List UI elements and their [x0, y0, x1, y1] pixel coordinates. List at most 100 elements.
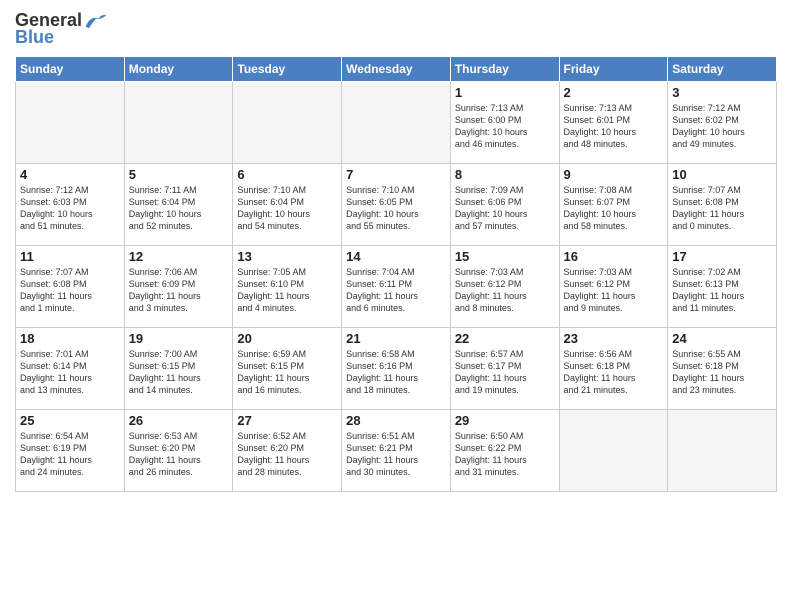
- calendar-cell: 7Sunrise: 7:10 AMSunset: 6:05 PMDaylight…: [342, 164, 451, 246]
- cell-info: Sunrise: 7:12 AMSunset: 6:03 PMDaylight:…: [20, 184, 120, 233]
- weekday-header-monday: Monday: [124, 57, 233, 82]
- calendar-cell: 23 Sunrise: 6:56 AMSunset: 6:18 PMDayligh…: [559, 328, 668, 410]
- cell-info: Sunrise: 7:02 AMSunset: 6:13 PMDaylight:…: [672, 266, 772, 315]
- day-number: 21: [346, 331, 446, 346]
- cell-info: Sunrise: 6:56 AMSunset: 6:18 PMDaylight:…: [564, 348, 664, 397]
- cell-info: Sunrise: 7:05 AMSunset: 6:10 PMDaylight:…: [237, 266, 337, 315]
- day-number: 11: [20, 249, 120, 264]
- calendar-cell: 19 Sunrise: 7:00 AMSunset: 6:15 PMDayligh…: [124, 328, 233, 410]
- calendar-cell: 28 Sunrise: 6:51 AMSunset: 6:21 PMDayligh…: [342, 410, 451, 492]
- cell-info: Sunrise: 7:01 AMSunset: 6:14 PMDaylight:…: [20, 348, 120, 397]
- weekday-header-wednesday: Wednesday: [342, 57, 451, 82]
- calendar-cell: 10 Sunrise: 7:07 AMSunset: 6:08 PMDayligh…: [668, 164, 777, 246]
- day-number: 19: [129, 331, 229, 346]
- day-number: 26: [129, 413, 229, 428]
- cell-info: Sunrise: 7:12 AMSunset: 6:02 PMDaylight:…: [672, 102, 772, 151]
- cell-info: Sunrise: 7:13 AMSunset: 6:00 PMDaylight:…: [455, 102, 555, 151]
- day-number: 12: [129, 249, 229, 264]
- cell-info: Sunrise: 7:11 AMSunset: 6:04 PMDaylight:…: [129, 184, 229, 233]
- day-number: 4: [20, 167, 120, 182]
- calendar-cell: [233, 82, 342, 164]
- calendar-cell: 4 Sunrise: 7:12 AMSunset: 6:03 PMDaylight…: [16, 164, 125, 246]
- day-number: 2: [564, 85, 664, 100]
- calendar-cell: 20Sunrise: 6:59 AMSunset: 6:15 PMDayligh…: [233, 328, 342, 410]
- day-number: 28: [346, 413, 446, 428]
- cell-info: Sunrise: 6:51 AMSunset: 6:21 PMDaylight:…: [346, 430, 446, 479]
- cell-info: Sunrise: 7:13 AMSunset: 6:01 PMDaylight:…: [564, 102, 664, 151]
- weekday-header-tuesday: Tuesday: [233, 57, 342, 82]
- cell-info: Sunrise: 6:54 AMSunset: 6:19 PMDaylight:…: [20, 430, 120, 479]
- cell-info: Sunrise: 7:00 AMSunset: 6:15 PMDaylight:…: [129, 348, 229, 397]
- calendar-cell: 29 Sunrise: 6:50 AMSunset: 6:22 PMDayligh…: [450, 410, 559, 492]
- weekday-header-row: SundayMondayTuesdayWednesdayThursdayFrid…: [16, 57, 777, 82]
- cell-info: Sunrise: 6:59 AMSunset: 6:15 PMDaylight:…: [237, 348, 337, 397]
- calendar-cell: 22 Sunrise: 6:57 AMSunset: 6:17 PMDayligh…: [450, 328, 559, 410]
- logo-bird-icon: [84, 12, 108, 30]
- calendar-cell: 1Sunrise: 7:13 AMSunset: 6:00 PMDaylight…: [450, 82, 559, 164]
- calendar-cell: 11 Sunrise: 7:07 AMSunset: 6:08 PMDayligh…: [16, 246, 125, 328]
- day-number: 5: [129, 167, 229, 182]
- calendar-cell: 15 Sunrise: 7:03 AMSunset: 6:12 PMDayligh…: [450, 246, 559, 328]
- calendar-table: SundayMondayTuesdayWednesdayThursdayFrid…: [15, 56, 777, 492]
- calendar-cell: 9Sunrise: 7:08 AMSunset: 6:07 PMDaylight…: [559, 164, 668, 246]
- day-number: 18: [20, 331, 120, 346]
- cell-info: Sunrise: 7:07 AMSunset: 6:08 PMDaylight:…: [20, 266, 120, 315]
- cell-info: Sunrise: 6:58 AMSunset: 6:16 PMDaylight:…: [346, 348, 446, 397]
- page: General Blue SundayMondayTuesdayWednesda…: [0, 0, 792, 612]
- calendar-cell: 12Sunrise: 7:06 AMSunset: 6:09 PMDayligh…: [124, 246, 233, 328]
- calendar-cell: 5 Sunrise: 7:11 AMSunset: 6:04 PMDaylight…: [124, 164, 233, 246]
- cell-info: Sunrise: 6:53 AMSunset: 6:20 PMDaylight:…: [129, 430, 229, 479]
- cell-info: Sunrise: 7:10 AMSunset: 6:04 PMDaylight:…: [237, 184, 337, 233]
- day-number: 8: [455, 167, 555, 182]
- cell-info: Sunrise: 7:04 AMSunset: 6:11 PMDaylight:…: [346, 266, 446, 315]
- day-number: 15: [455, 249, 555, 264]
- weekday-header-thursday: Thursday: [450, 57, 559, 82]
- calendar-cell: 18 Sunrise: 7:01 AMSunset: 6:14 PMDayligh…: [16, 328, 125, 410]
- day-number: 22: [455, 331, 555, 346]
- calendar-week-2: 11 Sunrise: 7:07 AMSunset: 6:08 PMDayligh…: [16, 246, 777, 328]
- calendar-cell: 8 Sunrise: 7:09 AMSunset: 6:06 PMDaylight…: [450, 164, 559, 246]
- day-number: 17: [672, 249, 772, 264]
- weekday-header-friday: Friday: [559, 57, 668, 82]
- cell-info: Sunrise: 7:07 AMSunset: 6:08 PMDaylight:…: [672, 184, 772, 233]
- weekday-header-sunday: Sunday: [16, 57, 125, 82]
- calendar-cell: [668, 410, 777, 492]
- cell-info: Sunrise: 6:57 AMSunset: 6:17 PMDaylight:…: [455, 348, 555, 397]
- calendar-cell: [342, 82, 451, 164]
- cell-info: Sunrise: 6:55 AMSunset: 6:18 PMDaylight:…: [672, 348, 772, 397]
- cell-info: Sunrise: 7:03 AMSunset: 6:12 PMDaylight:…: [455, 266, 555, 315]
- calendar-cell: 25Sunrise: 6:54 AMSunset: 6:19 PMDayligh…: [16, 410, 125, 492]
- day-number: 29: [455, 413, 555, 428]
- day-number: 24: [672, 331, 772, 346]
- weekday-header-saturday: Saturday: [668, 57, 777, 82]
- calendar-week-1: 4 Sunrise: 7:12 AMSunset: 6:03 PMDaylight…: [16, 164, 777, 246]
- calendar-week-4: 25Sunrise: 6:54 AMSunset: 6:19 PMDayligh…: [16, 410, 777, 492]
- header: General Blue: [15, 10, 777, 48]
- day-number: 23: [564, 331, 664, 346]
- day-number: 13: [237, 249, 337, 264]
- day-number: 9: [564, 167, 664, 182]
- calendar-cell: 24 Sunrise: 6:55 AMSunset: 6:18 PMDayligh…: [668, 328, 777, 410]
- calendar-cell: 2 Sunrise: 7:13 AMSunset: 6:01 PMDaylight…: [559, 82, 668, 164]
- calendar-cell: 6Sunrise: 7:10 AMSunset: 6:04 PMDaylight…: [233, 164, 342, 246]
- day-number: 16: [564, 249, 664, 264]
- calendar-cell: [559, 410, 668, 492]
- calendar-week-3: 18 Sunrise: 7:01 AMSunset: 6:14 PMDayligh…: [16, 328, 777, 410]
- cell-info: Sunrise: 7:03 AMSunset: 6:12 PMDaylight:…: [564, 266, 664, 315]
- calendar-cell: 16 Sunrise: 7:03 AMSunset: 6:12 PMDayligh…: [559, 246, 668, 328]
- day-number: 27: [237, 413, 337, 428]
- calendar-cell: 17 Sunrise: 7:02 AMSunset: 6:13 PMDayligh…: [668, 246, 777, 328]
- calendar-cell: [16, 82, 125, 164]
- calendar-cell: [124, 82, 233, 164]
- cell-info: Sunrise: 6:52 AMSunset: 6:20 PMDaylight:…: [237, 430, 337, 479]
- day-number: 14: [346, 249, 446, 264]
- calendar-cell: 26 Sunrise: 6:53 AMSunset: 6:20 PMDayligh…: [124, 410, 233, 492]
- cell-info: Sunrise: 7:09 AMSunset: 6:06 PMDaylight:…: [455, 184, 555, 233]
- logo: General Blue: [15, 10, 108, 48]
- calendar-cell: 3 Sunrise: 7:12 AMSunset: 6:02 PMDaylight…: [668, 82, 777, 164]
- day-number: 3: [672, 85, 772, 100]
- day-number: 10: [672, 167, 772, 182]
- cell-info: Sunrise: 6:50 AMSunset: 6:22 PMDaylight:…: [455, 430, 555, 479]
- calendar-cell: 14 Sunrise: 7:04 AMSunset: 6:11 PMDayligh…: [342, 246, 451, 328]
- calendar-cell: 13 Sunrise: 7:05 AMSunset: 6:10 PMDayligh…: [233, 246, 342, 328]
